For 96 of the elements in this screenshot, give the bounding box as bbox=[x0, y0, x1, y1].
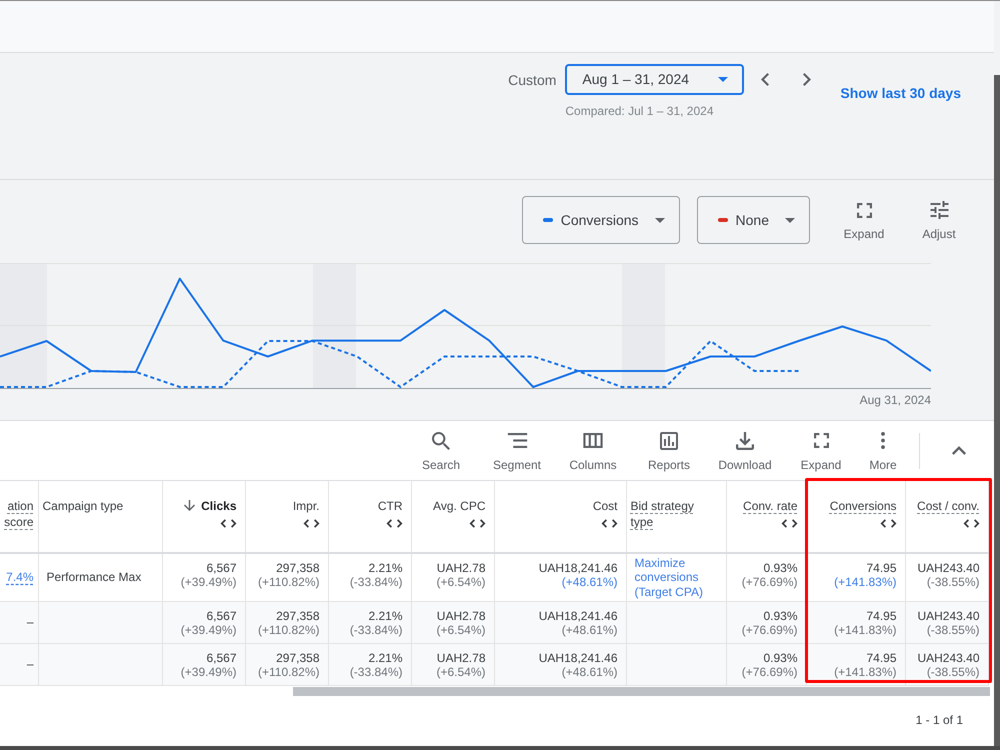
metric-value: UAH243.40 bbox=[916, 609, 980, 623]
segment-button[interactable]: Segment bbox=[483, 424, 551, 476]
change-value: (+48.61%) bbox=[560, 665, 618, 679]
change-value: (+76.69%) bbox=[740, 574, 798, 588]
metric-value: UAH18,241.46 bbox=[538, 609, 618, 623]
arrow-down-icon bbox=[184, 500, 196, 511]
change-value: (+110.82%) bbox=[257, 665, 320, 679]
change-value[interactable]: (+48.61%) bbox=[498, 574, 618, 588]
chevrons-icon[interactable] bbox=[468, 519, 486, 528]
chevron-up-icon[interactable] bbox=[952, 446, 966, 455]
metric-value: 2.21% bbox=[367, 651, 402, 665]
search-button[interactable]: Search bbox=[407, 424, 475, 476]
metric-value: 297,358 bbox=[275, 560, 320, 574]
metric-value: UAH243.40 bbox=[916, 651, 980, 665]
expand-button[interactable]: Expand bbox=[834, 196, 894, 242]
change-value: (-38.55%) bbox=[926, 623, 980, 637]
change-value: (+76.69%) bbox=[740, 665, 798, 679]
chevrons-icon[interactable] bbox=[220, 519, 236, 528]
vertical-scrollbar[interactable] bbox=[994, 75, 1000, 746]
change-value[interactable]: (+141.83%) bbox=[810, 574, 896, 588]
metric-value: 0.93% bbox=[762, 609, 798, 623]
metric-value: UAH2.78 bbox=[436, 651, 486, 665]
sliders-icon bbox=[930, 201, 948, 219]
metric-value: 0.93% bbox=[762, 560, 798, 574]
columns-button[interactable]: Columns bbox=[559, 424, 627, 476]
change-value: (+141.83%) bbox=[833, 665, 896, 679]
bar-chart-icon bbox=[660, 432, 678, 450]
columns-icon bbox=[583, 433, 603, 448]
download-button[interactable]: Download bbox=[711, 424, 779, 476]
metric-value: UAH18,241.46 bbox=[538, 651, 618, 665]
change-value: (+48.61%) bbox=[560, 623, 618, 637]
metric-value: 6,567 bbox=[205, 651, 236, 665]
metric-value: 6,567 bbox=[205, 560, 236, 574]
metric-value: 297,358 bbox=[275, 651, 320, 665]
metric-value: 297,358 bbox=[275, 609, 320, 623]
search-icon bbox=[432, 432, 450, 450]
chevrons-icon[interactable] bbox=[780, 519, 798, 528]
more-icon bbox=[881, 432, 885, 449]
cell-link[interactable]: 7.4% bbox=[6, 570, 34, 584]
more-button[interactable]: More bbox=[863, 424, 903, 476]
lines-icon bbox=[506, 433, 528, 448]
change-value: (-38.55%) bbox=[926, 665, 980, 679]
metric-value: UAH243.40 bbox=[916, 560, 980, 574]
cell-link[interactable]: Maximize conversions (Target CPA) bbox=[634, 556, 718, 599]
caret-down-icon bbox=[785, 218, 795, 222]
adjust-button[interactable]: Adjust bbox=[909, 196, 969, 242]
change-value: (+39.49%) bbox=[180, 665, 236, 679]
metric-value: 74.95 bbox=[865, 560, 896, 574]
fullscreen-icon bbox=[814, 433, 828, 448]
metric-value: 6,567 bbox=[205, 609, 236, 623]
metric-value: 74.95 bbox=[865, 651, 896, 665]
pagination-text: 1 - 1 of 1 bbox=[916, 712, 963, 728]
change-value: (-33.84%) bbox=[348, 574, 402, 588]
fullscreen-icon bbox=[856, 202, 872, 218]
expand-button[interactable]: Expand bbox=[787, 424, 855, 476]
change-value: (-33.84%) bbox=[348, 623, 402, 637]
horizontal-scrollbar[interactable] bbox=[293, 687, 990, 696]
column-header[interactable]: ation score bbox=[0, 480, 38, 552]
change-value: (-33.84%) bbox=[348, 665, 402, 679]
chevrons-icon[interactable] bbox=[386, 519, 402, 528]
date-range-dropdown[interactable]: Aug 1 – 31, 2024 bbox=[565, 64, 744, 95]
change-value: (-38.55%) bbox=[926, 574, 980, 588]
chevrons-icon[interactable] bbox=[880, 519, 896, 528]
metric-value: 74.95 bbox=[865, 609, 896, 623]
table-cell: – bbox=[0, 644, 38, 686]
metric-value: 0.93% bbox=[762, 651, 798, 665]
metric-value: UAH2.78 bbox=[436, 609, 486, 623]
show-last-30-days-link[interactable]: Show last 30 days bbox=[840, 85, 961, 101]
metric-dropdown[interactable]: Conversions bbox=[522, 196, 680, 244]
change-value: (+110.82%) bbox=[257, 623, 320, 637]
metric-value: UAH18,241.46 bbox=[538, 560, 618, 574]
metric-value: 2.21% bbox=[367, 609, 402, 623]
date-range-label: Custom bbox=[508, 72, 556, 88]
chevron-left-icon[interactable] bbox=[761, 73, 770, 86]
caret-down-icon bbox=[654, 218, 665, 222]
comparison-range-text: Compared: Jul 1 – 31, 2024 bbox=[565, 103, 714, 119]
change-value: (+39.49%) bbox=[180, 623, 236, 637]
caret-down-icon bbox=[718, 77, 728, 82]
change-value: (+39.49%) bbox=[180, 574, 236, 588]
column-header[interactable]: Clicks bbox=[162, 480, 245, 552]
chevrons-icon[interactable] bbox=[600, 519, 618, 528]
reports-button[interactable]: Reports bbox=[635, 424, 703, 476]
chevrons-icon[interactable] bbox=[302, 519, 320, 528]
download-icon bbox=[736, 432, 754, 450]
chevrons-icon[interactable] bbox=[962, 519, 980, 528]
change-value: (+6.54%) bbox=[435, 665, 486, 679]
change-value: (+76.69%) bbox=[740, 623, 798, 637]
metric-dropdown[interactable]: None bbox=[696, 196, 810, 244]
change-value: (+6.54%) bbox=[435, 574, 486, 588]
change-value: (+141.83%) bbox=[833, 623, 896, 637]
axis-date-label: Aug 31, 2024 bbox=[860, 392, 931, 408]
change-value: (+110.82%) bbox=[257, 574, 320, 588]
metric-value: 2.21% bbox=[367, 560, 402, 574]
metric-value: UAH2.78 bbox=[436, 560, 486, 574]
change-value: (+6.54%) bbox=[435, 623, 486, 637]
chevron-right-icon[interactable] bbox=[803, 73, 812, 86]
